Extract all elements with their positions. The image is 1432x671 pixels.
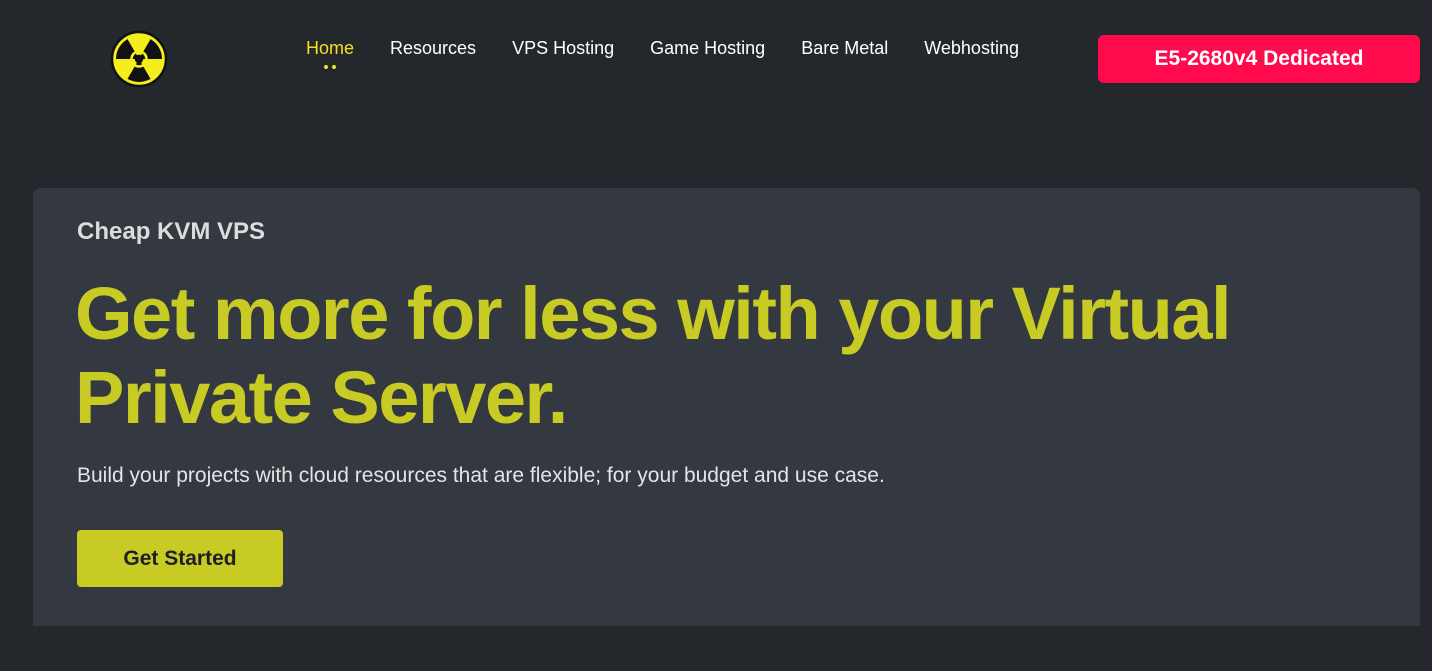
nav-item-label: Game Hosting — [650, 38, 766, 58]
page: Home Resources VPS Hosting Game Hosting … — [0, 0, 1432, 671]
nav-item-resources[interactable]: Resources — [390, 37, 476, 59]
nav-item-label: Bare Metal — [801, 38, 889, 58]
hero-headline: Get more for less with your Virtual Priv… — [75, 272, 1232, 439]
nav-item-label: Webhosting — [924, 38, 1019, 58]
nav-item-label: Home — [306, 38, 355, 58]
nav-item-vps-hosting[interactable]: VPS Hosting — [512, 37, 614, 59]
nav-item-label: VPS Hosting — [512, 38, 615, 58]
hero-eyebrow: Cheap KVM VPS — [77, 218, 266, 245]
nav-item-home[interactable]: Home — [306, 37, 355, 69]
nav-item-label: Resources — [390, 38, 477, 58]
active-indicator — [324, 65, 336, 69]
nav-item-game-hosting[interactable]: Game Hosting — [650, 37, 765, 59]
nav-item-bare-metal[interactable]: Bare Metal — [801, 37, 888, 59]
nav-item-webhosting[interactable]: Webhosting — [924, 37, 1019, 59]
get-started-button[interactable]: Get Started — [77, 530, 283, 587]
dedicated-cta-button[interactable]: E5-2680v4 Dedicated — [1098, 35, 1420, 83]
hero-subtext: Build your projects with cloud resources… — [77, 464, 885, 487]
main-nav: Home Resources VPS Hosting Game Hosting … — [306, 37, 1019, 69]
radiation-icon[interactable] — [110, 30, 168, 88]
hero-card: Cheap KVM VPS Get more for less with you… — [33, 188, 1420, 626]
